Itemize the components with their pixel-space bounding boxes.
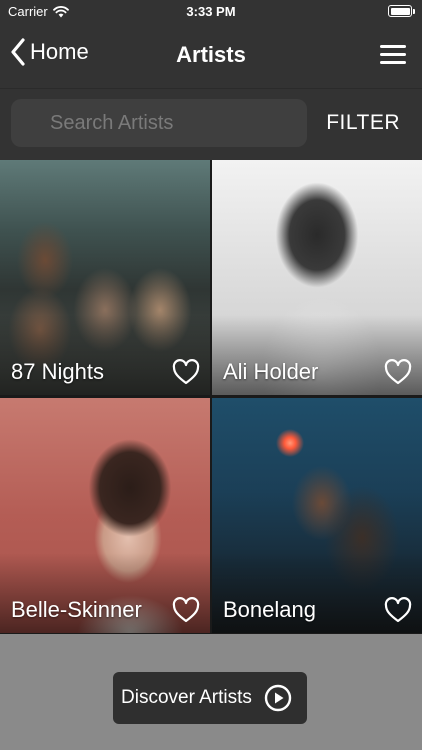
artist-name: Ali Holder (223, 359, 319, 384)
artist-tile[interactable]: Bonelang (212, 398, 422, 633)
heart-outline-icon[interactable] (172, 359, 200, 385)
artist-tile[interactable]: Belle-Skinner (0, 398, 210, 633)
artist-name: Belle-Skinner (11, 597, 142, 622)
bottom-area: Discover Artists (0, 634, 422, 750)
search-input[interactable] (11, 99, 307, 147)
discover-artists-button[interactable]: Discover Artists (113, 672, 307, 724)
status-bar: Carrier 3:33 PM (0, 0, 422, 22)
artist-tile[interactable]: Ali Holder (212, 160, 422, 395)
heart-outline-icon[interactable] (384, 359, 412, 385)
artist-name: 87 Nights (11, 359, 104, 384)
artist-grid: 87 Nights Ali Holder Belle-Skinner Bonel… (0, 160, 422, 634)
artist-tile[interactable]: 87 Nights (0, 160, 210, 395)
artist-name: Bonelang (223, 597, 316, 622)
nav-bar: Home Artists (0, 22, 422, 88)
hamburger-menu-icon[interactable] (380, 45, 406, 65)
play-circle-icon (264, 684, 292, 712)
heart-outline-icon[interactable] (172, 597, 200, 623)
status-time: 3:33 PM (186, 4, 236, 19)
discover-label: Discover Artists (121, 687, 252, 708)
battery-icon (388, 5, 415, 17)
search-row: FILTER (0, 88, 422, 160)
filter-button[interactable]: FILTER (326, 111, 400, 135)
heart-outline-icon[interactable] (384, 597, 412, 623)
page-title: Artists (176, 42, 246, 67)
